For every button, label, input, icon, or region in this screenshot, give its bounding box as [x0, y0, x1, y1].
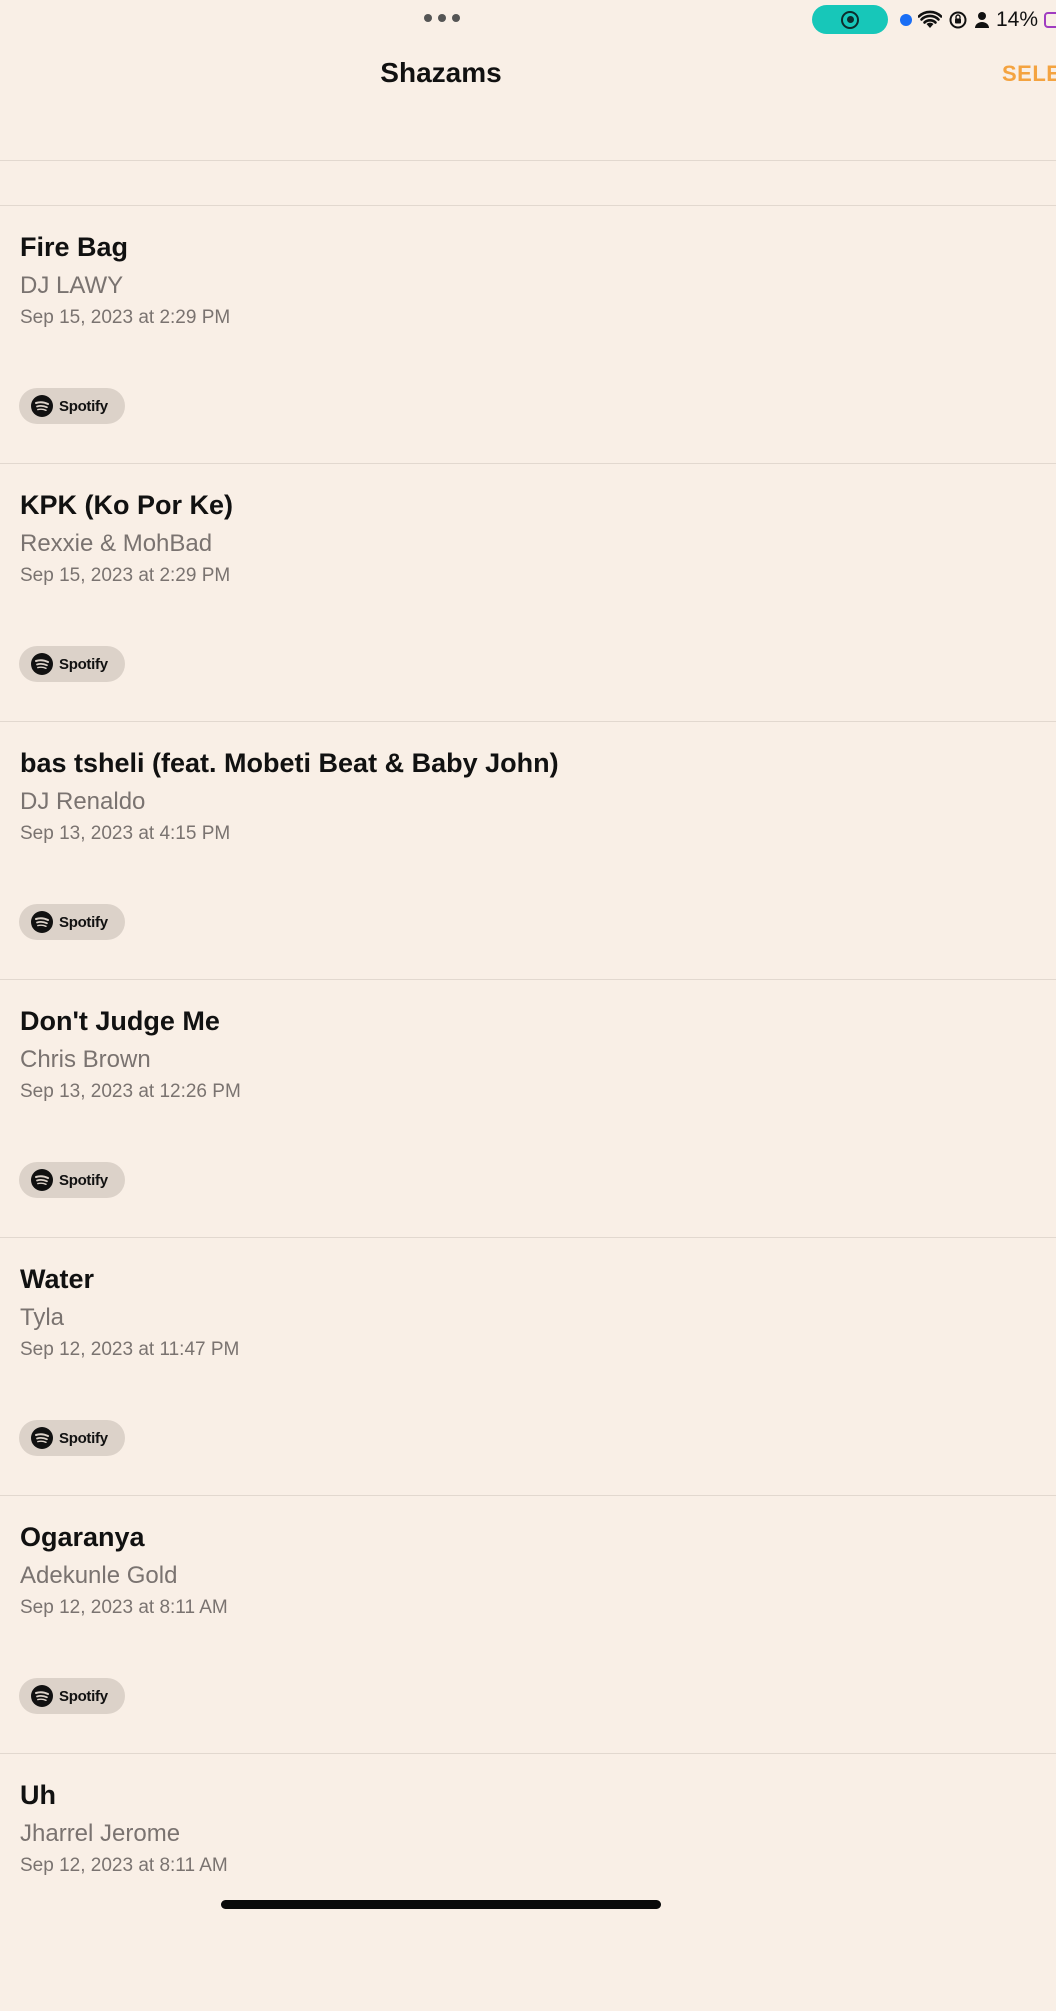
song-artist: Jharrel Jerome — [20, 1820, 181, 1847]
song-date: Sep 13, 2023 at 4:15 PM — [20, 823, 231, 844]
song-date: Sep 13, 2023 at 12:26 PM — [20, 1081, 241, 1102]
spotify-button[interactable]: Spotify — [19, 388, 125, 424]
spotify-icon — [31, 1685, 53, 1707]
song-artist: Rexxie & MohBad — [20, 530, 213, 557]
person-icon — [975, 12, 989, 28]
spotify-label: Spotify — [59, 397, 108, 415]
song-title: Uh — [20, 1780, 56, 1810]
song-artist: Tyla — [20, 1304, 65, 1331]
wifi-icon — [918, 10, 942, 28]
song-artist: DJ Renaldo — [20, 788, 146, 815]
spotify-label: Spotify — [59, 1687, 108, 1705]
song-artist: DJ LAWY — [20, 272, 124, 299]
song-date: Sep 15, 2023 at 2:29 PM — [20, 307, 231, 328]
list-item[interactable]: Ogaranya Adekunle Gold Sep 12, 2023 at 8… — [0, 1495, 1056, 1753]
select-button[interactable]: SELE — [1002, 61, 1056, 87]
spotify-label: Spotify — [59, 1429, 108, 1447]
record-icon — [841, 10, 859, 29]
song-date: Sep 12, 2023 at 11:47 PM — [20, 1339, 240, 1360]
song-title: bas tsheli (feat. Mobeti Beat & Baby Joh… — [20, 748, 559, 778]
list-item[interactable]: Uh Jharrel Jerome Sep 12, 2023 at 8:11 A… — [0, 1753, 1056, 2011]
spotify-icon — [31, 653, 53, 675]
spotify-icon — [31, 395, 53, 417]
song-title: Ogaranya — [20, 1522, 145, 1552]
song-title: Water — [20, 1264, 95, 1294]
song-date: Sep 12, 2023 at 8:11 AM — [20, 1597, 228, 1618]
spotify-label: Spotify — [59, 655, 108, 673]
spotify-button[interactable]: Spotify — [19, 646, 125, 682]
spotify-icon — [31, 1169, 53, 1191]
spotify-label: Spotify — [59, 913, 108, 931]
spotify-button[interactable]: Spotify — [19, 904, 125, 940]
status-icons: 14% — [900, 6, 1056, 34]
song-artist: Adekunle Gold — [20, 1562, 178, 1589]
home-indicator[interactable] — [221, 1900, 661, 1909]
list-item[interactable]: Water Tyla Sep 12, 2023 at 11:47 PM Spot… — [0, 1237, 1056, 1495]
battery-icon — [1044, 12, 1056, 28]
spotify-label: Spotify — [59, 1171, 108, 1189]
spotify-button[interactable]: Spotify — [19, 1162, 125, 1198]
list-item[interactable]: Don't Judge Me Chris Brown Sep 13, 2023 … — [0, 979, 1056, 1237]
list-item[interactable]: Fire Bag DJ LAWY Sep 15, 2023 at 2:29 PM… — [0, 205, 1056, 463]
page-title: Shazams — [380, 57, 502, 88]
song-date: Sep 15, 2023 at 2:29 PM — [20, 565, 231, 586]
song-title: Fire Bag — [20, 232, 129, 262]
spotify-button[interactable]: Spotify — [19, 1678, 125, 1714]
song-date: Sep 12, 2023 at 8:11 AM — [20, 1855, 228, 1876]
song-title: Don't Judge Me — [20, 1006, 220, 1036]
multitasking-dots-icon[interactable] — [424, 14, 460, 22]
shazam-list: Fire Bag DJ LAWY Sep 15, 2023 at 2:29 PM… — [0, 205, 1056, 2011]
spotify-icon — [31, 911, 53, 933]
spotify-button[interactable]: Spotify — [19, 1420, 125, 1456]
song-title: KPK (Ko Por Ke) — [20, 490, 234, 520]
song-artist: Chris Brown — [20, 1046, 151, 1073]
screen-recording-indicator[interactable] — [812, 5, 888, 34]
nav-header: Shazams SELE — [0, 40, 1056, 161]
status-bar: 14% — [0, 0, 1056, 40]
location-dot-icon — [900, 14, 912, 26]
list-item[interactable]: bas tsheli (feat. Mobeti Beat & Baby Joh… — [0, 721, 1056, 979]
rotation-lock-icon — [949, 11, 967, 29]
list-item[interactable]: KPK (Ko Por Ke) Rexxie & MohBad Sep 15, … — [0, 463, 1056, 721]
battery-percent: 14% — [996, 8, 1039, 31]
spotify-icon — [31, 1427, 53, 1449]
